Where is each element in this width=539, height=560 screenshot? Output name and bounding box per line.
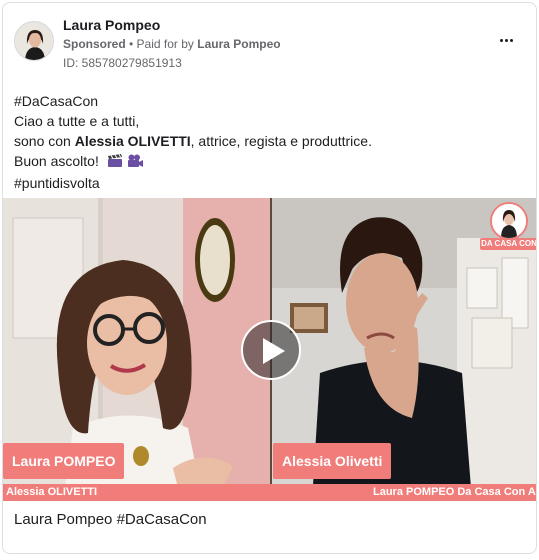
sponsored-line: Sponsored • Paid for by Laura Pompeo (63, 37, 281, 51)
clapperboard-icon (107, 153, 123, 173)
logo-portrait-icon (490, 202, 528, 240)
ticker-left-text: Alessia OLIVETTI (6, 486, 98, 498)
paid-for-name[interactable]: Laura Pompeo (197, 37, 280, 51)
listen-line: Buon ascolto! (14, 151, 524, 173)
ticker-right-text: Laura POMPEO Da Casa Con A (373, 486, 536, 498)
sponsored-label: Sponsored (63, 37, 126, 51)
name-tag-right: Alessia Olivetti (273, 443, 392, 479)
play-button[interactable] (241, 320, 301, 380)
guest-name: Alessia OLIVETTI (74, 133, 191, 149)
link-caption[interactable]: Laura Pompeo #DaCasaCon (14, 511, 207, 528)
logo-text: DA CASA CON (480, 238, 537, 250)
greeting-line: Ciao a tutte e a tutti, (14, 113, 140, 129)
page-name[interactable]: Laura Pompeo (63, 17, 160, 33)
listen-text: Buon ascolto! (14, 153, 99, 169)
hashtag-puntidisvolta[interactable]: #puntidisvolta (14, 173, 524, 193)
post-text: #DaCasaCon Ciao a tutte e a tutti, sono … (14, 91, 524, 193)
hashtag-dacasacon[interactable]: #DaCasaCon (14, 91, 524, 111)
ad-card: Laura Pompeo Sponsored • Paid for by Lau… (2, 2, 537, 554)
play-icon (263, 338, 285, 364)
guest-line: sono con Alessia OLIVETTI, attrice, regi… (14, 131, 524, 151)
post-header: Laura Pompeo Sponsored • Paid for by Lau… (3, 3, 536, 83)
paid-for-label: Paid for by (136, 37, 198, 51)
avatar[interactable] (14, 21, 54, 61)
more-horizontal-icon-dot (504, 38, 508, 42)
more-options-button[interactable] (494, 33, 518, 47)
meta-separator: • (125, 37, 137, 51)
more-horizontal-icon-dot (509, 38, 513, 42)
da-casa-con-logo: DA CASA CON (480, 200, 537, 252)
guest-line-suffix: , attrice, regista e produttrice. (190, 133, 372, 149)
name-tag-left: Laura POMPEO (3, 443, 125, 479)
guest-line-prefix: sono con (14, 133, 75, 149)
video-player[interactable]: DA CASA CON Laura POMPEO Alessia Olivett… (3, 198, 537, 501)
movie-camera-icon (127, 153, 144, 173)
news-ticker: Alessia OLIVETTI Laura POMPEO Da Casa Co… (3, 484, 536, 501)
more-horizontal-icon (499, 38, 503, 42)
ad-id: ID: 585780279851913 (63, 56, 182, 70)
